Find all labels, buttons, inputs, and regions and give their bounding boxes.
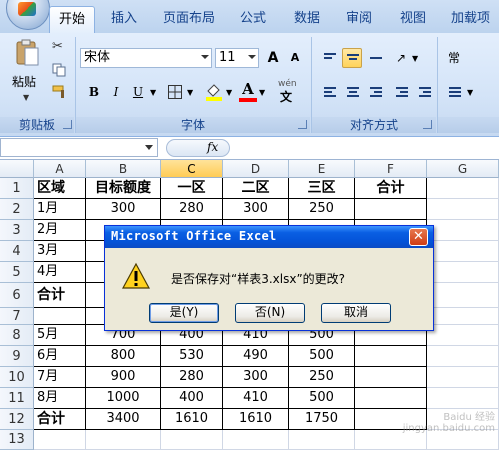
cell-f2[interactable] [355,199,427,220]
cell-c12[interactable]: 1610 [161,409,223,430]
cell-b10[interactable]: 900 [86,367,161,388]
row-header[interactable]: 4 [0,241,34,262]
cell-b1[interactable]: 目标额度 [86,178,161,199]
dialog-title: Microsoft Office Excel [111,229,277,243]
row-header[interactable]: 11 [0,388,34,409]
warning-icon [121,262,151,290]
cell-c11[interactable]: 400 [161,388,223,409]
row-header[interactable]: 10 [0,367,34,388]
column-header-f[interactable]: F [355,160,427,178]
cell-a13[interactable] [34,430,86,450]
cell-d1[interactable]: 二区 [223,178,289,199]
cell-a5[interactable]: 4月 [34,262,86,283]
row-header[interactable]: 8 [0,325,34,346]
row-header[interactable]: 13 [0,430,34,450]
cell-b11[interactable]: 1000 [86,388,161,409]
yes-button[interactable]: 是(Y) [149,303,219,323]
column-header-e[interactable]: E [289,160,355,178]
row-header[interactable]: 9 [0,346,34,367]
cell-a12[interactable]: 合计 [34,409,86,430]
cell-g4[interactable] [427,241,499,262]
cell-d10[interactable]: 300 [223,367,289,388]
select-all-corner[interactable] [0,160,34,178]
cell-c13[interactable] [161,430,223,450]
cell-e2[interactable]: 250 [289,199,355,220]
cell-e13[interactable] [289,430,355,450]
cell-b9[interactable]: 800 [86,346,161,367]
cell-g7[interactable] [427,308,499,325]
cell-g2[interactable] [427,199,499,220]
cell-b13[interactable] [86,430,161,450]
cell-g8[interactable] [427,325,499,346]
cell-g6[interactable] [427,283,499,308]
row-header[interactable]: 3 [0,220,34,241]
cell-g9[interactable] [427,346,499,367]
row-header[interactable]: 5 [0,262,34,283]
cell-c1[interactable]: 一区 [161,178,223,199]
column-header-c[interactable]: C [161,160,223,178]
cell-e9[interactable]: 500 [289,346,355,367]
cell-c9[interactable]: 530 [161,346,223,367]
cell-a4[interactable]: 3月 [34,241,86,262]
cell-d2[interactable]: 300 [223,199,289,220]
dialog-title-bar[interactable]: Microsoft Office Excel ✕ [105,226,433,248]
cell-a3[interactable]: 2月 [34,220,86,241]
column-header-g[interactable]: G [427,160,499,178]
row-header[interactable]: 2 [0,199,34,220]
cancel-button[interactable]: 取消 [321,303,391,323]
cell-g3[interactable] [427,220,499,241]
cell-f10[interactable] [355,367,427,388]
cell-a6[interactable]: 合计 [34,283,86,308]
row-header[interactable]: 1 [0,178,34,199]
cell-e1[interactable]: 三区 [289,178,355,199]
dialog-message: 是否保存对“样表3.xlsx”的更改? [171,272,346,286]
cell-f11[interactable] [355,388,427,409]
cell-a7[interactable] [34,308,86,325]
cell-a11[interactable]: 8月 [34,388,86,409]
cell-c10[interactable]: 280 [161,367,223,388]
row-header[interactable]: 7 [0,308,34,325]
watermark: Baidu 经验 jingyan.baidu.com [402,412,495,434]
cell-c2[interactable]: 280 [161,199,223,220]
cell-g10[interactable] [427,367,499,388]
cell-f1[interactable]: 合计 [355,178,427,199]
cell-g11[interactable] [427,388,499,409]
cell-d9[interactable]: 490 [223,346,289,367]
cell-a8[interactable]: 5月 [34,325,86,346]
cell-b2[interactable]: 300 [86,199,161,220]
row-header[interactable]: 6 [0,283,34,308]
cell-a9[interactable]: 6月 [34,346,86,367]
cell-a2[interactable]: 1月 [34,199,86,220]
cell-f9[interactable] [355,346,427,367]
cell-g5[interactable] [427,262,499,283]
save-changes-dialog: Microsoft Office Excel ✕ 是否保存对“样表3.xlsx”… [104,225,434,331]
row-header[interactable]: 12 [0,409,34,430]
close-icon[interactable]: ✕ [409,228,428,246]
cell-e12[interactable]: 1750 [289,409,355,430]
cell-a10[interactable]: 7月 [34,367,86,388]
cell-d12[interactable]: 1610 [223,409,289,430]
column-header-a[interactable]: A [34,160,86,178]
cell-b12[interactable]: 3400 [86,409,161,430]
cell-a1[interactable]: 区域 [34,178,86,199]
cell-e11[interactable]: 500 [289,388,355,409]
cell-d11[interactable]: 410 [223,388,289,409]
cell-e10[interactable]: 250 [289,367,355,388]
cell-d13[interactable] [223,430,289,450]
column-header-b[interactable]: B [86,160,161,178]
cell-g1[interactable] [427,178,499,199]
no-button[interactable]: 否(N) [235,303,305,323]
column-header-d[interactable]: D [223,160,289,178]
